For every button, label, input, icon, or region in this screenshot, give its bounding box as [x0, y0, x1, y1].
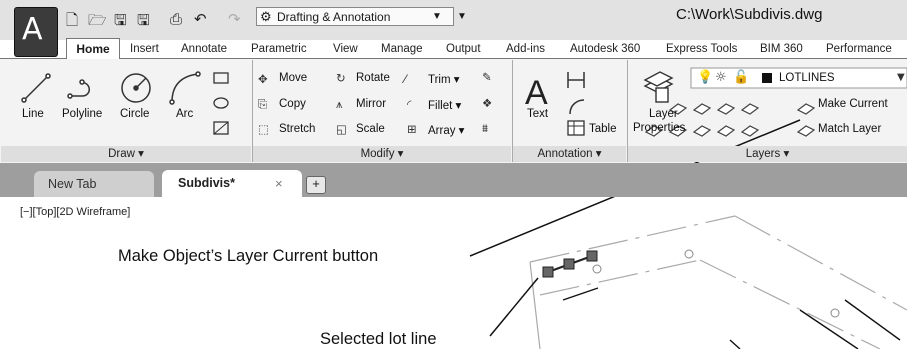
stretch-icon: ⬚: [258, 122, 269, 136]
file-tab-new-tab[interactable]: New Tab: [34, 171, 154, 197]
callout-selected-lot-line: Selected lot line: [320, 330, 437, 348]
layer-properties-button[interactable]: Layer: [649, 108, 678, 120]
rotate-button[interactable]: Rotate: [356, 72, 390, 84]
add-tab-button[interactable]: +: [306, 176, 326, 194]
layer-name[interactable]: LOTLINES: [779, 72, 835, 84]
offset-icon[interactable]: ⩩: [482, 121, 488, 136]
line-button[interactable]: Line: [22, 108, 44, 120]
circle-button[interactable]: Circle: [120, 108, 149, 120]
annotation-panel-title[interactable]: Annotation ▾: [513, 146, 626, 162]
move-button[interactable]: Move: [279, 72, 307, 84]
rectangle-icon: [213, 72, 229, 84]
make-current-icon: [796, 103, 816, 115]
explode-icon[interactable]: ❖: [482, 96, 492, 110]
close-icon[interactable]: ×: [275, 170, 283, 197]
text-button[interactable]: Text: [527, 108, 548, 120]
lock-icon[interactable]: 🔓: [733, 70, 749, 85]
ellipse-icon: [213, 97, 229, 109]
layer-properties-icon: [643, 71, 674, 103]
selected-lot-line: [542, 250, 598, 278]
line-icon: [21, 73, 51, 103]
stretch-button[interactable]: Stretch: [279, 123, 315, 135]
arc-button[interactable]: Arc: [176, 108, 193, 120]
polyline-icon: [67, 79, 90, 99]
move-icon: ✥: [258, 72, 268, 86]
callout-make-current: Make Object’s Layer Current button: [118, 247, 379, 265]
match-layer-button[interactable]: Match Layer: [818, 123, 881, 135]
polyline-button[interactable]: Polyline: [62, 108, 102, 120]
draw-panel-title[interactable]: Draw ▾: [1, 146, 251, 162]
copy-icon: ⎘: [258, 97, 268, 111]
layers-panel-title[interactable]: Layers ▾: [628, 146, 907, 162]
fillet-icon: ◜: [407, 97, 412, 111]
erase-icon[interactable]: ✎: [482, 70, 492, 84]
leader-icon: [569, 99, 585, 115]
text-icon: A: [525, 74, 548, 112]
rotate-icon: ↻: [336, 71, 346, 85]
scale-button[interactable]: Scale: [356, 123, 385, 135]
table-icon: [567, 120, 585, 136]
lightbulb-icon[interactable]: 💡: [697, 70, 713, 85]
fillet-button[interactable]: Fillet ▾: [428, 98, 461, 112]
copy-button[interactable]: Copy: [279, 98, 306, 110]
table-button[interactable]: Table: [589, 123, 617, 135]
match-layer-icon: [796, 125, 816, 137]
make-current-button[interactable]: Make Current: [818, 98, 888, 110]
sun-icon[interactable]: ☼: [715, 70, 727, 85]
array-icon: ⊞: [407, 122, 417, 136]
chevron-down-icon[interactable]: ▼: [897, 72, 905, 83]
layer-properties-label[interactable]: Properties: [633, 122, 685, 134]
array-button[interactable]: Array ▾: [428, 123, 464, 137]
mirror-button[interactable]: Mirror: [356, 98, 386, 110]
mirror-icon: ⩚: [336, 97, 343, 111]
trim-icon: ⁄: [404, 72, 406, 86]
trim-button[interactable]: Trim ▾: [428, 72, 460, 86]
modify-panel-title[interactable]: Modify ▾: [253, 146, 511, 162]
scale-icon: ◱: [336, 122, 347, 136]
circle-icon: [121, 73, 151, 103]
viewport-controls[interactable]: [−][Top][2D Wireframe]: [20, 206, 130, 218]
arc-icon: [169, 71, 201, 105]
